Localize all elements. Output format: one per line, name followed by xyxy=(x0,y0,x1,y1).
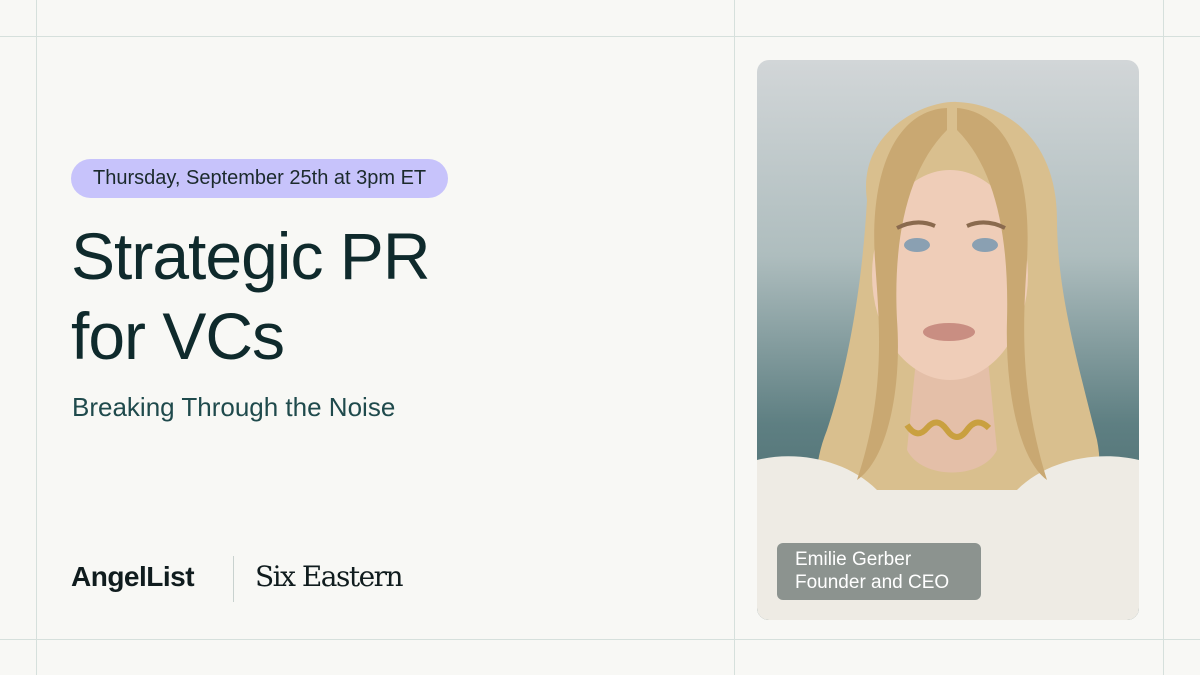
grid-line-middle xyxy=(734,0,735,675)
sixeastern-logo: Six Eastern xyxy=(255,560,404,593)
event-title-line-2: for VCs xyxy=(71,299,285,373)
grid-line-bottom xyxy=(0,639,1200,640)
speaker-photo xyxy=(757,60,1139,620)
grid-line-left xyxy=(36,0,37,675)
grid-line-right xyxy=(1163,0,1164,675)
speaker-portrait-illustration xyxy=(757,101,1139,620)
speaker-role: Founder and CEO xyxy=(795,572,950,593)
angellist-logo: AngelList xyxy=(71,561,195,592)
logo-divider xyxy=(233,556,234,602)
speaker-name: Emilie Gerber xyxy=(795,549,912,570)
event-title-line-1: Strategic PR xyxy=(71,219,430,293)
event-subtitle: Breaking Through the Noise xyxy=(72,392,396,422)
event-title: Strategic PR for VCs xyxy=(71,216,671,376)
event-date-badge: Thursday, September 25th at 3pm ET xyxy=(71,159,449,198)
grid-line-top xyxy=(0,36,1200,37)
speaker-caption: Emilie Gerber Founder and CEO xyxy=(777,543,981,600)
